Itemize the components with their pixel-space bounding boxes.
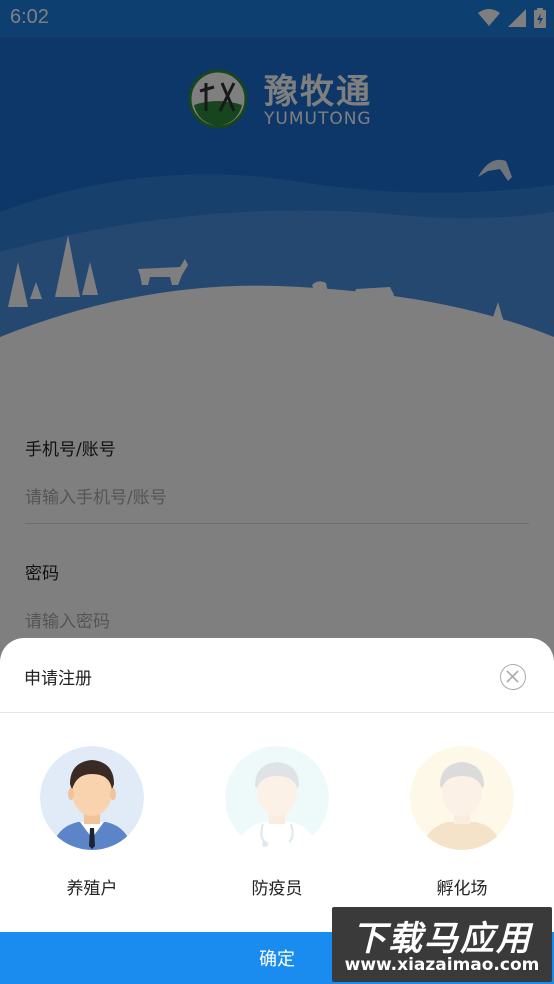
sheet-title: 申请注册 [24,669,92,689]
role-label: 防疫员 [251,879,303,899]
role-label: 养殖户 [66,879,118,899]
role-farmer[interactable]: 养殖户 [40,746,144,899]
role-doctor[interactable]: 防疫员 [225,746,329,899]
farmer-avatar-icon [40,746,144,850]
close-button[interactable] [500,664,526,690]
watermark-url: www.xiazaimao.com [344,955,540,975]
role-hatchery[interactable]: 孵化场 [410,746,514,899]
doctor-avatar-icon [225,746,329,850]
close-icon [506,670,519,683]
role-label: 孵化场 [436,879,488,899]
hatchery-avatar-icon [410,746,514,850]
site-watermark: 下载马应用 www.xiazaimao.com [332,907,552,982]
watermark-cn: 下载马应用 [352,919,532,959]
sheet-divider [0,712,554,713]
